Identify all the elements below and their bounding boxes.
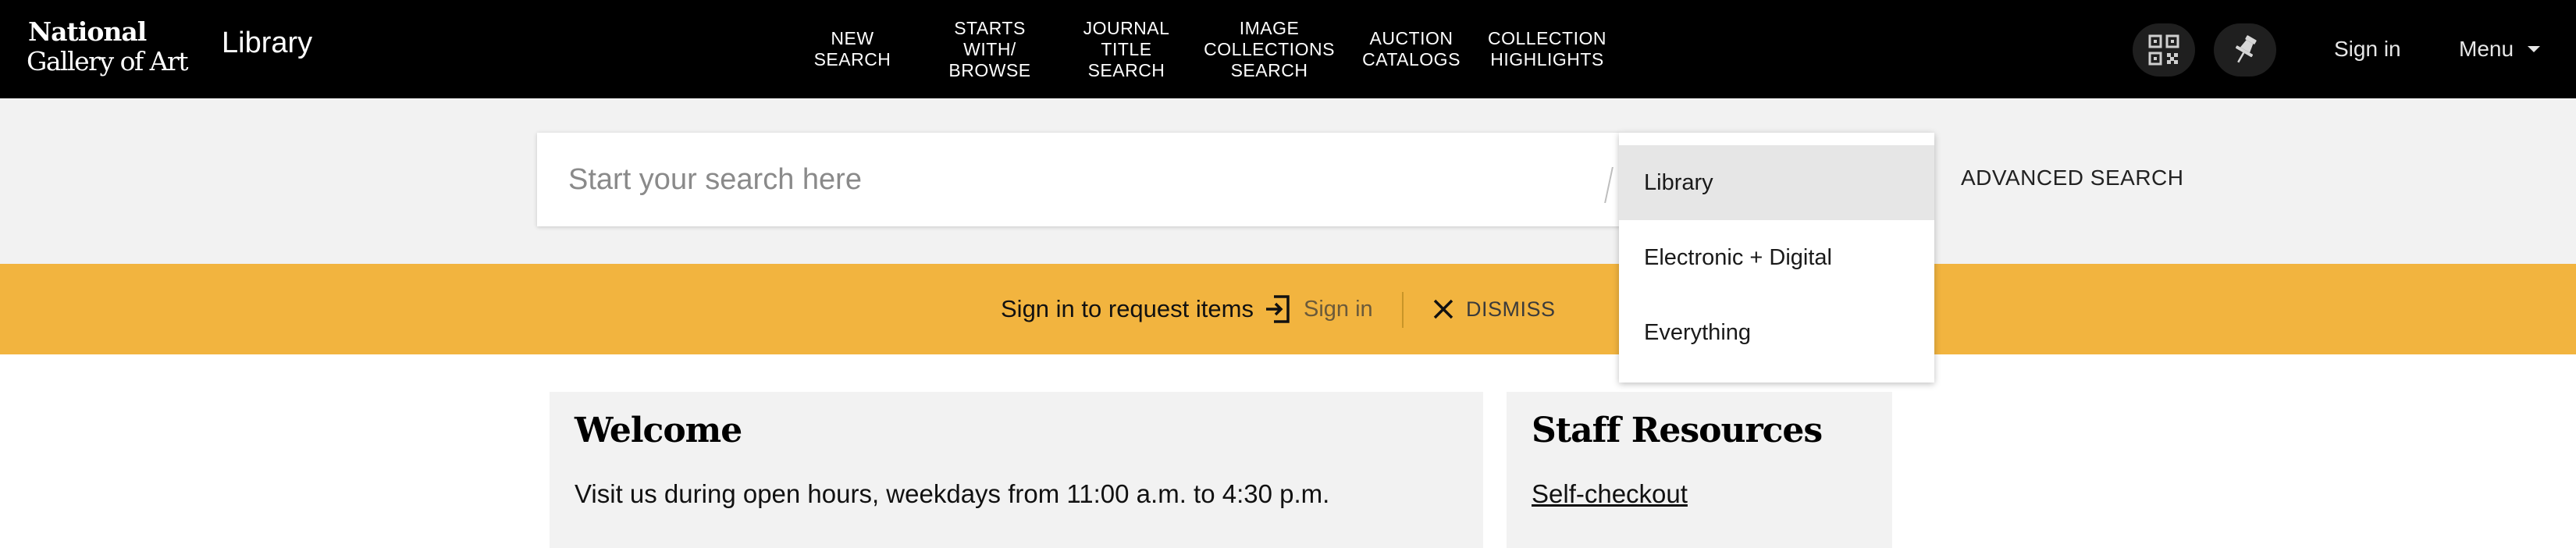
nav-collection-highlights[interactable]: COLLECTION HIGHLIGHTS — [1486, 0, 1608, 98]
section-title[interactable]: Library — [222, 27, 312, 60]
pin-icon — [2235, 35, 2257, 63]
staff-resources-card: Staff Resources Self-checkout — [1507, 392, 1892, 548]
banner-divider — [1402, 292, 1404, 328]
pin-button[interactable] — [2214, 23, 2276, 77]
sign-in-banner: Sign in to request items Sign in DISMISS — [0, 264, 2576, 354]
staff-resources-title: Staff Resources — [1532, 411, 1823, 450]
menu-label: Menu — [2459, 37, 2514, 61]
qr-code-icon — [2148, 34, 2179, 66]
scope-option-everything[interactable]: Everything — [1619, 295, 1934, 370]
search-box — [537, 133, 1621, 226]
search-divider — [1604, 167, 1614, 203]
scope-option-electronic-digital[interactable]: Electronic + Digital — [1619, 220, 1934, 295]
welcome-card: Welcome Visit us during open hours, week… — [550, 392, 1483, 548]
top-navigation-bar: National Gallery of Art Library NEW SEAR… — [0, 0, 2576, 98]
welcome-title: Welcome — [575, 411, 742, 450]
dismiss-label: DISMISS — [1466, 297, 1556, 321]
banner-sign-in-label: Sign in — [1304, 296, 1373, 322]
scope-option-library[interactable]: Library — [1619, 145, 1934, 220]
banner-message: Sign in to request items — [1001, 295, 1254, 322]
banner-sign-in-button[interactable]: Sign in — [1265, 290, 1373, 328]
sign-in-icon — [1266, 295, 1290, 323]
nav-new-search[interactable]: NEW SEARCH — [810, 0, 895, 98]
menu-button[interactable]: Menu — [2459, 0, 2542, 98]
close-icon — [1433, 299, 1453, 319]
logo-line-1: National — [28, 16, 147, 47]
welcome-text: Visit us during open hours, weekdays fro… — [575, 479, 1330, 508]
nav-image-collections-search[interactable]: IMAGE COLLECTIONS SEARCH — [1204, 0, 1334, 98]
nav-journal-title-search[interactable]: JOURNAL TITLE SEARCH — [1082, 0, 1171, 98]
national-gallery-logo[interactable]: National Gallery of Art — [27, 17, 192, 80]
header-sign-in-link[interactable]: Sign in — [2334, 0, 2401, 98]
logo-line-2: Gallery of Art — [27, 46, 189, 77]
search-input[interactable] — [567, 133, 1582, 226]
caret-down-icon — [2528, 46, 2541, 52]
search-scope-dropdown: Library Electronic + Digital Everything — [1619, 133, 1934, 383]
nav-starts-with-browse[interactable]: STARTS WITH/ BROWSE — [948, 0, 1030, 98]
self-checkout-link[interactable]: Self-checkout — [1532, 479, 1688, 509]
advanced-search-link[interactable]: ADVANCED SEARCH — [1961, 165, 2183, 190]
qr-code-button[interactable] — [2133, 23, 2195, 77]
dismiss-button[interactable]: DISMISS — [1432, 290, 1556, 328]
nav-auction-catalogs[interactable]: AUCTION CATALOGS — [1360, 0, 1463, 98]
search-band: ADVANCED SEARCH — [0, 98, 2576, 264]
